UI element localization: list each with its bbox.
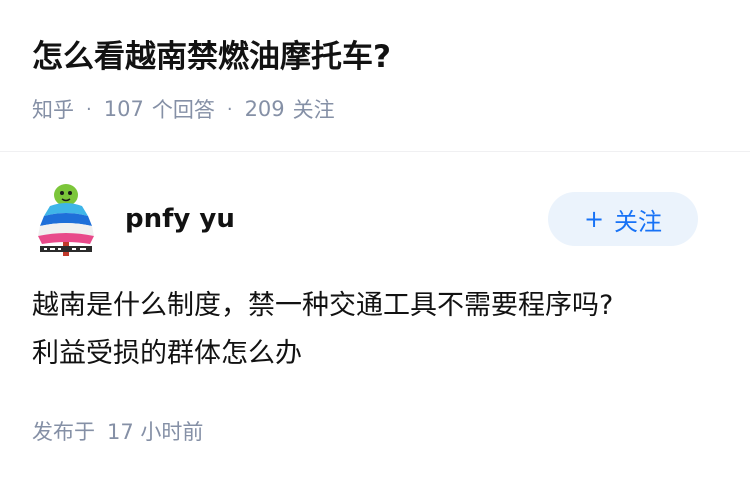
answer-publish-time[interactable]: 发布于 17 小时前 — [32, 416, 203, 446]
zhihu-answer-page: 怎么看越南禁燃油摩托车? 知乎 · 107 个回答 · 209 关注 pnfy … — [0, 0, 750, 482]
source-label[interactable]: 知乎 — [32, 94, 74, 124]
answer-text-line: 越南是什么制度，禁一种交通工具不需要程序吗? — [32, 290, 614, 321]
question-header: 怎么看越南禁燃油摩托车? 知乎 · 107 个回答 · 209 关注 — [0, 0, 750, 151]
answer-count-label[interactable]: 个回答 — [152, 94, 215, 124]
meta-separator: · — [226, 98, 233, 120]
follow-button-label: 关注 — [614, 207, 663, 236]
follower-count[interactable]: 209 — [245, 97, 285, 121]
question-title[interactable]: 怎么看越南禁燃油摩托车? — [32, 34, 391, 80]
published-label: 发布于 — [32, 420, 95, 444]
author-name[interactable]: pnfy yu — [125, 201, 235, 237]
question-meta: 知乎 · 107 个回答 · 209 关注 — [32, 92, 335, 126]
answer-content[interactable]: 越南是什么制度，禁一种交通工具不需要程序吗? 利益受损的群体怎么办 — [32, 282, 722, 378]
follower-count-label[interactable]: 关注 — [293, 94, 335, 124]
answer-card: pnfy yu + 关注 越南是什么制度，禁一种交通工具不需要程序吗? 利益受损… — [0, 152, 750, 482]
author-avatar[interactable] — [32, 182, 100, 258]
follow-button[interactable]: + 关注 — [548, 192, 698, 246]
plus-icon: + — [583, 205, 605, 233]
meta-separator: · — [86, 98, 92, 120]
avatar-image — [32, 182, 100, 258]
published-time: 17 小时前 — [107, 420, 204, 444]
answer-text-line: 利益受损的群体怎么办 — [32, 338, 302, 369]
answer-count[interactable]: 107 — [104, 97, 144, 121]
